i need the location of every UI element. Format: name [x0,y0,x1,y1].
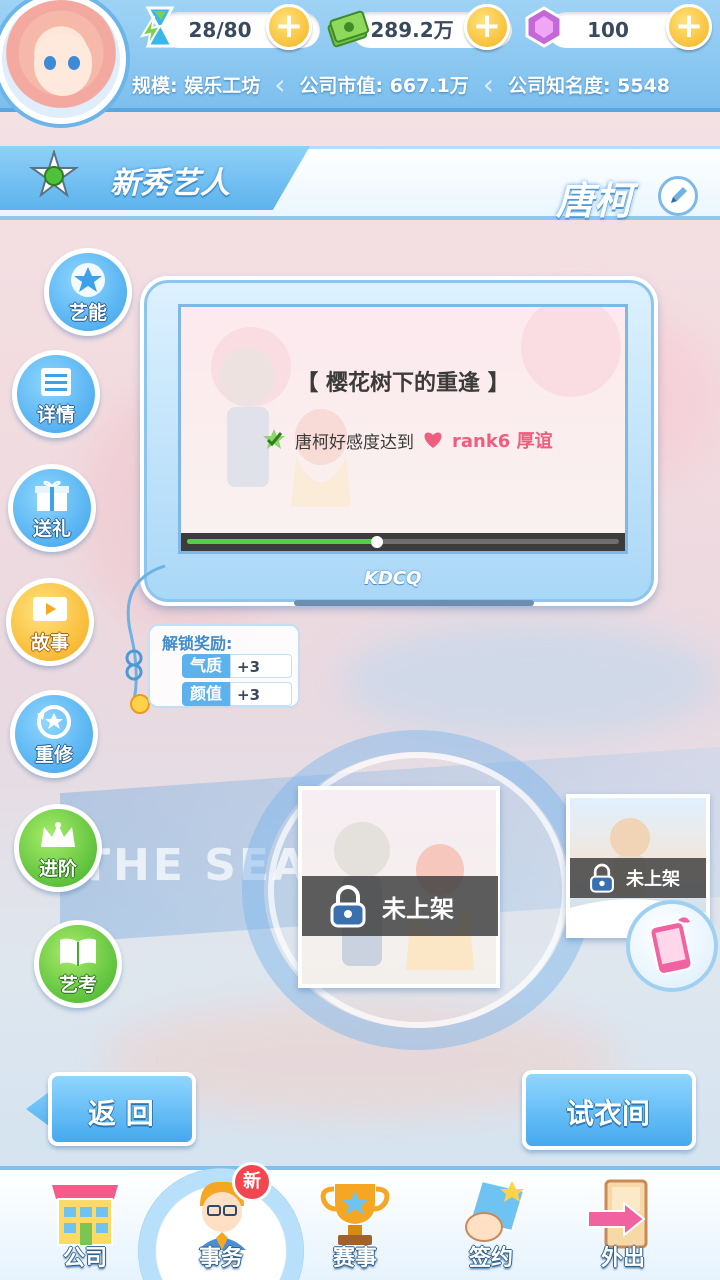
contract-icon [451,1176,531,1250]
reward-item-name: 气质 [182,654,230,678]
side-menu-label: 详情 [36,403,75,426]
locked-overlay: 未上架 [570,858,706,898]
requirement-text: 唐柯好感度达到 [295,432,414,453]
add-gems-button[interactable]: + [666,4,712,50]
nav-label: 公司 [62,1246,107,1271]
gems-value: 100 [587,18,629,42]
edit-name-button[interactable] [658,176,698,216]
lock-icon [590,863,614,893]
nav-competition[interactable]: 赛事 [300,1176,410,1280]
side-menu-retrain[interactable]: 重修 [10,690,98,778]
side-menu-label: 重修 [34,743,73,766]
side-menu-advance[interactable]: 进阶 [14,804,102,892]
fitting-room-label: 试衣间 [566,1097,651,1130]
gem-icon [522,4,566,50]
company-scale: 规模: 娱乐工坊 [132,74,261,97]
story-requirement: 唐柯好感度达到 rank6 厚谊 [261,427,553,453]
avatar-face [34,34,92,96]
lock-icon [330,885,366,928]
reward-title: 解锁奖励: [162,634,233,653]
back-button[interactable]: 返 回 [24,1068,200,1152]
gift-icon [34,476,70,516]
reward-item: 气质 +3 [182,654,292,678]
artist-name: 唐柯 [556,179,633,223]
building-icon [45,1176,125,1250]
hourglass-energy-icon [138,4,182,50]
money-value: 289.2万 [370,18,454,42]
nav-label: 赛事 [332,1246,377,1271]
locked-status: 未上架 [626,869,680,890]
tv-bottom-slot [294,600,534,606]
nav-company[interactable]: 公司 [30,1176,140,1280]
back-button-label: 返 回 [88,1097,154,1130]
avatar-eye [68,56,80,70]
side-menu-label: 故事 [30,631,69,654]
side-menu-label: 进阶 [38,857,77,880]
rank-text: rank6 厚谊 [452,431,553,452]
phone-button[interactable] [626,900,718,992]
company-fame: 公司知名度: 5548 [507,74,671,97]
add-energy-button[interactable]: + [266,4,312,50]
door-icon [583,1176,663,1250]
locked-overlay: 未上架 [302,876,498,936]
nav-sign[interactable]: 签约 [436,1176,546,1280]
nav-label: 签约 [468,1246,513,1271]
nav-label: 外出 [600,1246,645,1271]
reward-item-name: 颜值 [182,682,230,706]
story-title: 【 樱花树下的重逢 】 [296,371,510,396]
book-icon [58,932,98,972]
side-menu-gift[interactable]: 送礼 [8,464,96,552]
side-menu-talent[interactable]: 艺能 [44,248,132,336]
stat-separator: ‹ [274,67,286,101]
unlock-reward-panel: 解锁奖励: 气质 +3 颜值 +3 [148,624,300,708]
pencil-icon [671,187,687,203]
phone-icon [649,917,693,975]
avatar-eye [44,56,56,70]
side-menu-details[interactable]: 详情 [12,350,100,438]
story-screen[interactable]: 【 樱花树下的重逢 】 唐柯好感度达到 rank6 厚谊 [178,304,628,554]
trophy-icon [315,1176,395,1250]
section-title: 新秀艺人 [110,166,230,201]
list-icon [39,362,73,402]
reward-item-value: +3 [230,682,292,706]
story-progress-bar [181,533,625,551]
tv-logo: KDCQ [364,568,422,589]
progress-knob[interactable] [371,536,383,548]
check-icon [263,429,285,449]
nav-label: 事务 [198,1246,243,1271]
fitting-room-button[interactable]: 试衣间 [522,1070,696,1150]
nav-outing[interactable]: 外出 [568,1176,678,1280]
cash-icon [326,4,370,50]
stat-separator: ‹ [482,67,494,101]
company-stats-row: 规模: 娱乐工坊 ‹ 公司市值: 667.1万 ‹ 公司知名度: 5548 [118,62,720,106]
company-market-value: 公司市值: 667.1万 [299,74,469,97]
new-badge: 新 [232,1162,272,1202]
play-icon [31,590,69,630]
progress-fill [187,539,377,544]
refresh-star-icon [35,702,73,742]
star-icon [69,260,107,300]
side-menu-label: 送礼 [32,517,71,540]
locked-status: 未上架 [382,894,454,923]
heart-icon [424,432,442,448]
add-money-button[interactable]: + [464,4,510,50]
side-menu-exam[interactable]: 艺考 [34,920,122,1008]
reward-item: 颜值 +3 [182,682,292,706]
side-menu-story[interactable]: 故事 [6,578,94,666]
crown-icon [38,816,78,856]
side-menu-label: 艺能 [68,301,107,324]
reward-item-value: +3 [230,654,292,678]
star-badge-icon [28,150,80,202]
story-tv-frame: 【 樱花树下的重逢 】 唐柯好感度达到 rank6 厚谊 KDCQ [140,276,658,606]
side-menu-label: 艺考 [58,973,97,996]
